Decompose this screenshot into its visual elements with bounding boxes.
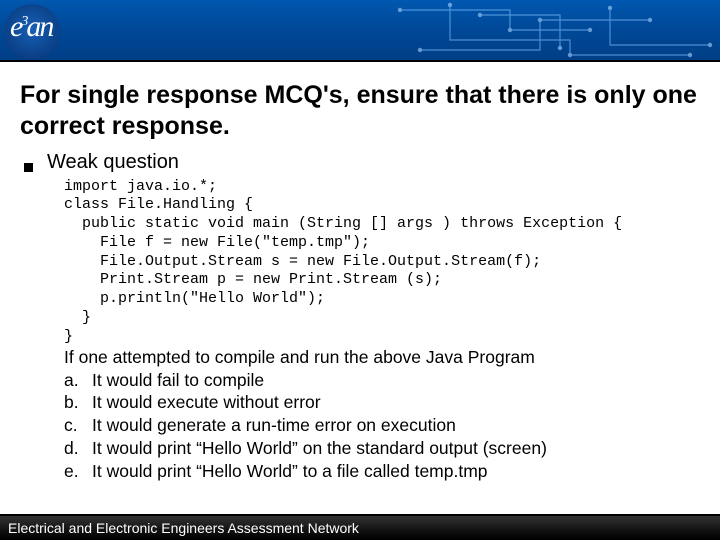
option-letter: a. <box>64 369 84 392</box>
bullet-row: Weak question <box>24 151 700 174</box>
square-bullet-icon <box>24 163 33 172</box>
option-row: b. It would execute without error <box>64 391 700 414</box>
logo-text: e3an <box>10 12 52 42</box>
option-row: d. It would print “Hello World” on the st… <box>64 437 700 460</box>
option-text: It would print “Hello World” to a file c… <box>92 460 488 483</box>
footer-bar: Electrical and Electronic Engineers Asse… <box>0 516 720 540</box>
slide-title: For single response MCQ's, ensure that t… <box>20 80 700 143</box>
code-block: import java.io.*; class File.Handling { … <box>64 178 700 347</box>
option-text: It would generate a run-time error on ex… <box>92 414 456 437</box>
slide-body: For single response MCQ's, ensure that t… <box>0 62 720 482</box>
options-list: a. It would fail to compile b. It would exe… <box>64 369 700 483</box>
option-text: It would print “Hello World” on the stan… <box>92 437 547 460</box>
option-letter: d. <box>64 437 84 460</box>
circuit-decoration <box>390 0 720 62</box>
option-letter: e. <box>64 460 84 483</box>
option-letter: b. <box>64 391 84 414</box>
option-text: It would execute without error <box>92 391 321 414</box>
option-letter: c. <box>64 414 84 437</box>
header-band: e3an <box>0 0 720 62</box>
option-text: It would fail to compile <box>92 369 264 392</box>
subheading: Weak question <box>47 151 179 174</box>
option-row: a. It would fail to compile <box>64 369 700 392</box>
footer-text: Electrical and Electronic Engineers Asse… <box>8 520 359 536</box>
logo: e3an <box>4 4 92 66</box>
option-row: e. It would print “Hello World” to a file… <box>64 460 700 483</box>
option-row: c. It would generate a run-time error on … <box>64 414 700 437</box>
question-prompt: If one attempted to compile and run the … <box>64 346 700 368</box>
